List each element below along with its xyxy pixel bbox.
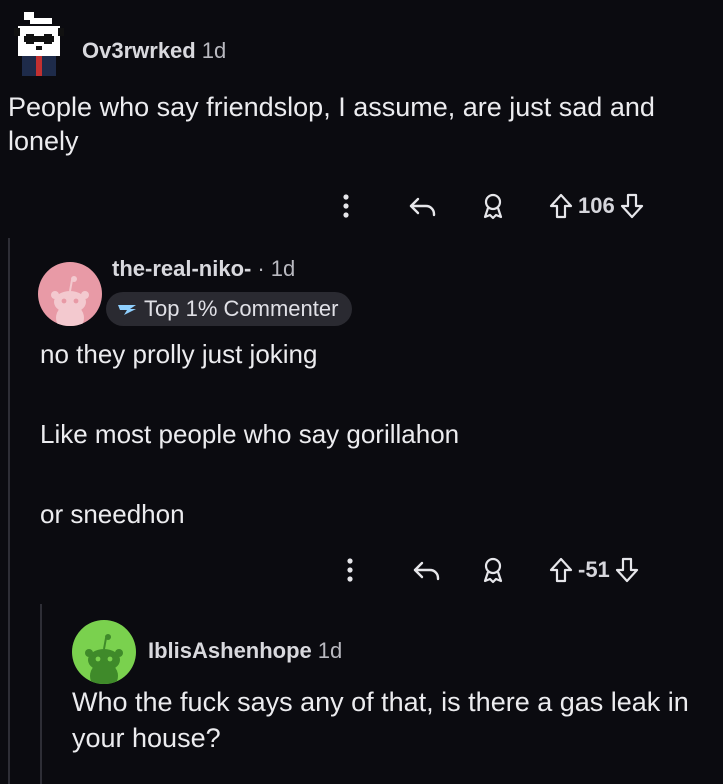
comment-paragraph: no they prolly just joking — [40, 339, 318, 369]
upvote-icon[interactable] — [548, 555, 574, 585]
comment-actions-1: 106 — [336, 186, 645, 226]
comment-paragraph: or sneedhon — [40, 499, 185, 529]
timestamp: 1d — [317, 638, 343, 663]
avatar-panda-icon — [10, 12, 68, 76]
username[interactable]: the-real-niko- — [112, 256, 251, 281]
downvote-icon[interactable] — [619, 191, 645, 221]
commenter-badge-icon — [118, 305, 136, 315]
thread-line[interactable] — [40, 604, 42, 784]
timestamp: 1d — [201, 38, 227, 63]
comment-actions-2: -51 — [340, 550, 640, 590]
badge-label: Top 1% Commenter — [144, 296, 339, 321]
award-icon[interactable] — [478, 191, 508, 221]
reddit-snoo-icon — [85, 634, 123, 684]
award-icon[interactable] — [478, 555, 508, 585]
reply-icon[interactable] — [406, 191, 440, 221]
comment-paragraph: Like most people who say gorillahon — [40, 419, 460, 449]
comment-body-3: Who the fuck says any of that, is there … — [72, 687, 689, 753]
vote-score: 106 — [578, 193, 615, 218]
top-commenter-badge[interactable]: Top 1% Commenter — [106, 292, 353, 326]
username[interactable]: Ov3rwrked — [82, 38, 196, 63]
comment-header-1: Ov3rwrked 1d — [82, 38, 226, 64]
more-vertical-icon[interactable] — [336, 191, 356, 221]
reply-icon[interactable] — [410, 555, 444, 585]
avatar-ov3rwrked[interactable] — [10, 12, 68, 76]
more-vertical-icon[interactable] — [340, 555, 360, 585]
thread-line[interactable] — [8, 238, 10, 784]
avatar-the-real-niko[interactable] — [38, 262, 102, 326]
downvote-icon[interactable] — [614, 555, 640, 585]
reddit-snoo-icon — [51, 276, 89, 326]
comment-body-2: no they prolly just joking Like most peo… — [40, 338, 700, 578]
username[interactable]: IblisAshenhope — [148, 638, 312, 663]
upvote-icon[interactable] — [548, 191, 574, 221]
comment-header-2: the-real-niko- · 1d — [112, 256, 295, 282]
avatar-iblisashenhope[interactable] — [72, 620, 136, 684]
vote-score: -51 — [578, 557, 610, 582]
comment-header-3: IblisAshenhope 1d — [148, 638, 342, 664]
timestamp: · 1d — [257, 256, 296, 281]
comment-body-1: People who say friendslop, I assume, are… — [8, 92, 655, 156]
